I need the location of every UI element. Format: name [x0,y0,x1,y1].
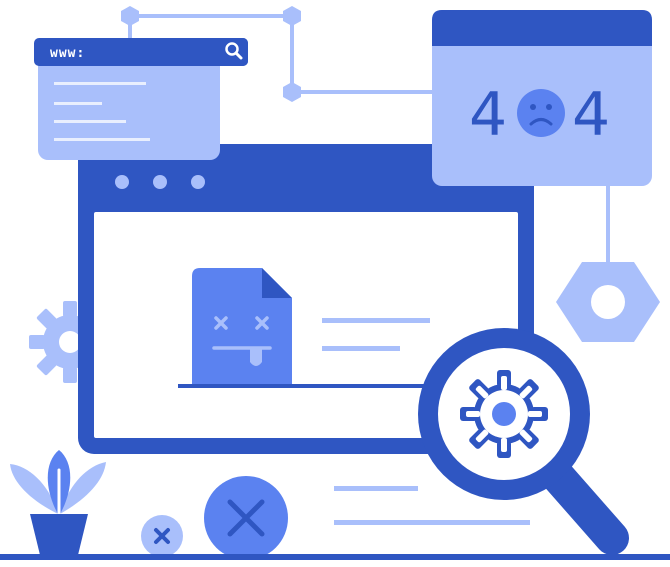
window-dot [153,175,167,189]
gear-icon [460,370,548,458]
small-close-icon [141,515,183,557]
window-dot [191,175,205,189]
window-dot [115,175,129,189]
text-placeholder-line [334,486,418,491]
hex-nut-icon [556,262,660,342]
close-icon [204,476,288,560]
search-button [220,38,248,66]
sad-face-icon [517,89,565,137]
connector-node [283,82,301,102]
error-404-card: 4 4 [432,10,652,186]
shelf-line [178,384,430,388]
magnifier-icon [418,328,629,555]
url-text: www: [50,46,85,61]
text-placeholder-line [322,318,430,323]
error-digit-right: 4 [572,80,610,150]
mini-text-line [54,120,126,123]
mini-text-line [54,138,150,141]
text-placeholder-line [322,346,400,351]
error-404-illustration: www: 4 4 [0,6,670,560]
ground-line [0,554,670,560]
error-digit-left: 4 [469,80,507,150]
broken-file-icon [192,268,292,384]
connector-node [283,6,301,26]
mini-text-line [54,102,102,105]
mini-browser-window: www: [34,38,248,160]
mini-text-line [54,82,146,85]
text-placeholder-line [334,520,530,525]
plant-icon [10,450,106,555]
connector-node [121,6,139,26]
